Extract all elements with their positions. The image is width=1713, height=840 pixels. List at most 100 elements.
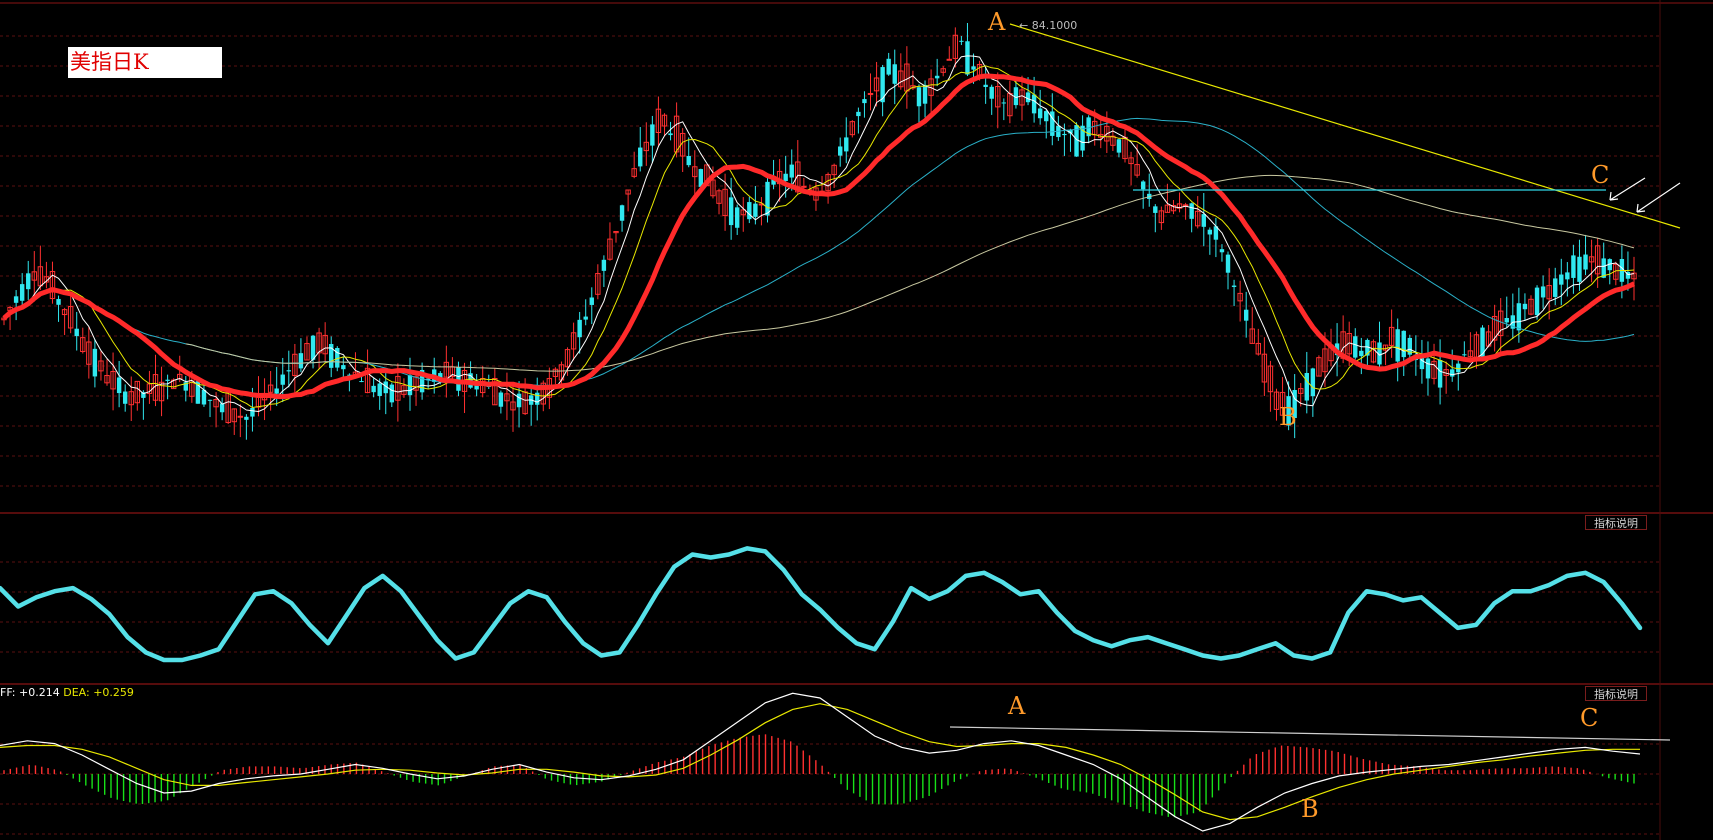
- candle-body: [1025, 92, 1031, 103]
- candle-body: [535, 392, 540, 405]
- candle-body: [1395, 329, 1400, 362]
- grid-lines: [0, 0, 1713, 840]
- candle-body: [934, 75, 940, 79]
- candle-body: [1516, 303, 1522, 331]
- kline-chart: [0, 0, 1713, 840]
- candle-body: [838, 146, 843, 156]
- candle-body: [1153, 206, 1158, 213]
- candle-body: [250, 407, 255, 417]
- candle-body: [456, 367, 461, 391]
- candle-body: [1231, 285, 1237, 287]
- candle-body: [1225, 254, 1231, 273]
- annotation-macd-A: A: [1008, 692, 1026, 720]
- candle-body: [310, 335, 316, 360]
- macd-panel: [0, 692, 1641, 832]
- candle-body: [1462, 354, 1467, 356]
- annotation-price-B: B: [1279, 403, 1297, 431]
- macd-dif-label: FF:: [0, 686, 20, 699]
- candle-body: [1571, 255, 1576, 278]
- candle-body: [1044, 111, 1049, 122]
- candle-body: [116, 377, 122, 394]
- candle-body: [26, 273, 31, 290]
- ma10-line: [3, 65, 1635, 408]
- candle-body: [244, 416, 249, 420]
- candle-body: [959, 40, 964, 42]
- annotation-macd-C: C: [1580, 704, 1599, 732]
- candle-body: [19, 284, 25, 301]
- ma5-line: [3, 55, 1635, 412]
- candle-body: [1243, 309, 1249, 321]
- candle-body: [201, 389, 207, 405]
- candle-body: [56, 298, 61, 305]
- candle-body: [1577, 256, 1582, 282]
- oscillator-panel: [0, 546, 1643, 663]
- candle-body: [583, 316, 588, 320]
- candle-body: [747, 202, 752, 220]
- candle-body: [856, 111, 861, 117]
- candle-body: [1437, 359, 1443, 388]
- macd-divergence-line: [949, 726, 1671, 741]
- macd-dea-line: [0, 703, 1640, 821]
- annotation-price-A: A: [988, 8, 1006, 36]
- candle-body: [1310, 368, 1316, 397]
- candle-body: [619, 205, 625, 221]
- candle-body: [601, 259, 607, 271]
- candle-body: [274, 388, 279, 394]
- candle-body: [1037, 108, 1043, 119]
- candle-body: [207, 399, 213, 401]
- macd-dea-value: +0.259: [93, 686, 134, 699]
- annotation-price-C: C: [1591, 161, 1610, 189]
- candle-body: [965, 41, 970, 75]
- candle-body: [765, 181, 770, 216]
- candle-body: [1583, 254, 1588, 270]
- candle-body: [1450, 369, 1455, 377]
- candle-body: [1522, 303, 1528, 310]
- candle-body: [1540, 286, 1546, 298]
- indicator-help-button-macd[interactable]: 指标说明: [1585, 686, 1647, 701]
- candle-body: [92, 348, 98, 377]
- candle-body: [1001, 102, 1007, 104]
- candle-body: [1425, 358, 1431, 379]
- annotation-macd-B: B: [1301, 795, 1319, 823]
- macd-dif-line: [0, 692, 1641, 832]
- candle-body: [280, 374, 285, 385]
- candle-body: [638, 147, 643, 167]
- candle-body: [1062, 133, 1067, 136]
- candle-body: [1207, 229, 1213, 235]
- candle-body: [298, 353, 304, 369]
- candle-body: [1565, 272, 1570, 280]
- macd-dif-value: +0.214: [19, 686, 60, 699]
- candle-body: [886, 58, 891, 75]
- arrow-line: [1609, 177, 1646, 201]
- candle-body: [862, 99, 867, 104]
- candle-body: [867, 92, 874, 95]
- candle-body: [122, 391, 128, 404]
- candle-body: [74, 328, 79, 337]
- candle-body: [359, 381, 364, 383]
- candle-body: [237, 415, 244, 418]
- candle-body: [1559, 274, 1564, 285]
- candle-body: [1304, 372, 1309, 401]
- moving-average-lines: [2, 55, 1636, 412]
- candle-body: [1219, 249, 1225, 253]
- candle-body: [668, 133, 673, 136]
- candle-body: [219, 403, 225, 413]
- candle-body: [916, 87, 922, 107]
- indicator-help-button-oscillator[interactable]: 指标说明: [1585, 515, 1647, 530]
- candle-body: [686, 156, 691, 166]
- candle-body: [498, 392, 504, 407]
- candle-body: [650, 124, 655, 146]
- candle-body: [1189, 203, 1194, 219]
- candle-body: [783, 173, 788, 182]
- candle-body: [1359, 350, 1364, 357]
- candle-body: [728, 197, 734, 226]
- candle-body: [341, 365, 346, 370]
- candle-body: [13, 296, 19, 303]
- candle-body: [801, 185, 807, 188]
- candle-body: [1401, 330, 1406, 358]
- candlesticks: [1, 23, 1637, 440]
- candle-body: [789, 164, 794, 178]
- candle-body: [734, 207, 740, 228]
- candle-body: [1504, 318, 1509, 323]
- candle-body: [589, 297, 594, 305]
